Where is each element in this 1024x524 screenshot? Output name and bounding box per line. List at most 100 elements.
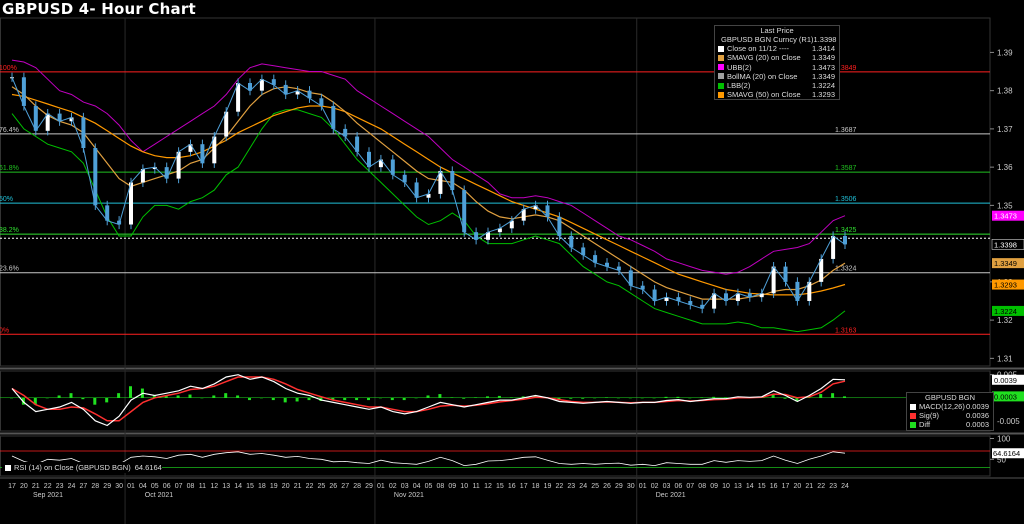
macd-diff-bar bbox=[581, 397, 585, 399]
macd-diff-bar bbox=[355, 397, 359, 401]
macd-tag-label: 0.0003 bbox=[994, 392, 1017, 401]
x-axis-day-label: 29 bbox=[103, 483, 111, 490]
x-axis-day-label: 11 bbox=[472, 483, 479, 490]
legend-item-value: 1.3224 bbox=[812, 81, 835, 91]
x-axis-day-label: 17 bbox=[782, 483, 790, 490]
x-axis-day-label: 23 bbox=[829, 483, 837, 490]
x-axis-day-label: 08 bbox=[437, 483, 445, 490]
x-axis-month-label: Sep 2021 bbox=[33, 492, 63, 499]
macd-diff-bar bbox=[248, 397, 251, 401]
fib-label: 50% bbox=[0, 196, 13, 203]
macd-diff-bar bbox=[616, 397, 620, 399]
legend-header: Last Price bbox=[760, 26, 794, 35]
fib-label: 0% bbox=[0, 327, 9, 334]
x-axis-day-label: 09 bbox=[448, 483, 456, 490]
macd-legend-item-row: Sig(9) 0.0036 bbox=[907, 411, 993, 420]
macd-diff-bar bbox=[105, 397, 109, 403]
fib-label: 100% bbox=[0, 65, 17, 72]
x-axis-day-label: 30 bbox=[627, 483, 635, 490]
x-axis-day-label: 25 bbox=[591, 483, 599, 490]
x-axis-day-label: 03 bbox=[401, 483, 409, 490]
legend-item-name: SMAVG (50) on Close bbox=[727, 90, 801, 100]
macd-legend-item-value: 0.0003 bbox=[966, 420, 989, 430]
legend-item-row: SMAVG (50) on Close 1.3293 bbox=[715, 90, 839, 99]
legend-item-value: 1.3414 bbox=[812, 44, 835, 54]
macd-diff-bar bbox=[390, 397, 394, 401]
x-axis-day-label: 05 bbox=[425, 483, 433, 490]
price-axis-label: 1.36 bbox=[997, 163, 1013, 172]
macd-diff-bar bbox=[129, 386, 132, 398]
macd-diff-bar bbox=[378, 397, 382, 399]
x-axis-day-label: 19 bbox=[270, 483, 278, 490]
macd-diff-bar bbox=[819, 394, 823, 398]
x-axis-day-label: 01 bbox=[127, 483, 135, 490]
rsi-legend-label: RSI (14) on Close (GBPUSD BGN) bbox=[14, 463, 131, 472]
legend-item-value: 1.3398 bbox=[813, 35, 837, 45]
x-axis-day-label: 16 bbox=[770, 483, 778, 490]
fib-label: 23.6% bbox=[0, 266, 19, 273]
legend-item-value: 1.3349 bbox=[812, 53, 835, 63]
macd-diff-bar bbox=[200, 397, 204, 399]
fib-value-label: 1.3425 bbox=[835, 227, 857, 234]
x-axis-day-label: 07 bbox=[175, 483, 183, 490]
macd-diff-bar bbox=[81, 397, 85, 400]
price-axis-label: 1.37 bbox=[997, 125, 1013, 134]
x-axis-day-label: 08 bbox=[187, 483, 195, 490]
macd-diff-bar bbox=[188, 394, 192, 398]
x-axis-day-label: 01 bbox=[377, 483, 385, 490]
macd-legend-item-row: MACD(12,26) 0.0039 bbox=[907, 402, 993, 411]
x-axis-day-label: 14 bbox=[746, 483, 754, 490]
legend-item-name: GBPUSD BGN Curncy (R1) bbox=[721, 35, 814, 45]
macd-diff-bar bbox=[628, 397, 632, 399]
x-axis-day-label: 09 bbox=[710, 483, 718, 490]
x-axis-day-label: 27 bbox=[341, 483, 349, 490]
x-axis-day-label: 17 bbox=[520, 483, 528, 490]
macd-diff-bar bbox=[700, 397, 704, 398]
macd-diff-bar bbox=[640, 397, 644, 399]
macd-diff-bar bbox=[283, 397, 287, 403]
legend-item-value: 1.3293 bbox=[812, 90, 835, 100]
legend-item-row: SMAVG (20) on Close 1.3349 bbox=[715, 53, 839, 62]
macd-diff-bar bbox=[569, 397, 573, 399]
legend-item-row: BollMA (20) on Close 1.3349 bbox=[715, 72, 839, 81]
x-axis-day-label: 24 bbox=[68, 483, 76, 490]
price-legend: Last Price GBPUSD BGN Curncy (R1) 1.3398 C… bbox=[714, 25, 840, 101]
x-axis-month-label: Oct 2021 bbox=[145, 492, 174, 499]
macd-diff-bar bbox=[652, 397, 656, 399]
macd-diff-bar bbox=[497, 395, 501, 398]
x-axis-day-label: 12 bbox=[210, 483, 218, 490]
rsi-legend-swatch bbox=[5, 464, 11, 471]
x-axis-day-label: 06 bbox=[675, 483, 683, 490]
macd-legend-item-swatch bbox=[910, 412, 916, 419]
legend-item-swatch bbox=[718, 82, 724, 89]
x-axis-day-label: 20 bbox=[20, 483, 28, 490]
macd-diff-bar bbox=[57, 395, 61, 398]
x-axis-month-label: Nov 2021 bbox=[394, 492, 424, 499]
x-axis-day-label: 22 bbox=[306, 483, 314, 490]
price-tag-label: 1.3293 bbox=[994, 281, 1017, 290]
x-axis-day-label: 22 bbox=[817, 483, 825, 490]
legend-item-name: Close on 11/12 ---- bbox=[727, 44, 789, 54]
macd-diff-bar bbox=[93, 397, 97, 405]
series-lower-bollinger bbox=[11, 109, 846, 333]
x-axis-day-label: 14 bbox=[234, 483, 242, 490]
x-axis-day-label: 10 bbox=[460, 483, 468, 490]
rsi-legend: RSI (14) on Close (GBPUSD BGN) 64.6164 bbox=[2, 462, 162, 473]
macd-legend-item-name: MACD(12,26) bbox=[919, 402, 965, 412]
fib-label: 38.2% bbox=[0, 227, 19, 234]
macd-diff-bar bbox=[414, 397, 418, 399]
legend-item-swatch bbox=[718, 64, 724, 71]
legend-item-row: LBB(2) 1.3224 bbox=[715, 81, 839, 90]
macd-diff-bar bbox=[117, 393, 121, 398]
x-axis-day-label: 24 bbox=[841, 483, 849, 490]
macd-tag-label: 0.0039 bbox=[994, 376, 1017, 385]
macd-axis-label: -0.005 bbox=[997, 417, 1020, 426]
macd-legend-item-name: Diff bbox=[919, 420, 931, 430]
legend-item-swatch bbox=[718, 45, 724, 52]
series-price bbox=[11, 77, 846, 310]
macd-legend-item-value: 0.0039 bbox=[966, 402, 989, 412]
price-tag-label: 1.3473 bbox=[994, 212, 1017, 221]
x-axis-day-label: 22 bbox=[44, 483, 52, 490]
x-axis-day-label: 13 bbox=[734, 483, 742, 490]
x-axis-day-label: 07 bbox=[686, 483, 694, 490]
